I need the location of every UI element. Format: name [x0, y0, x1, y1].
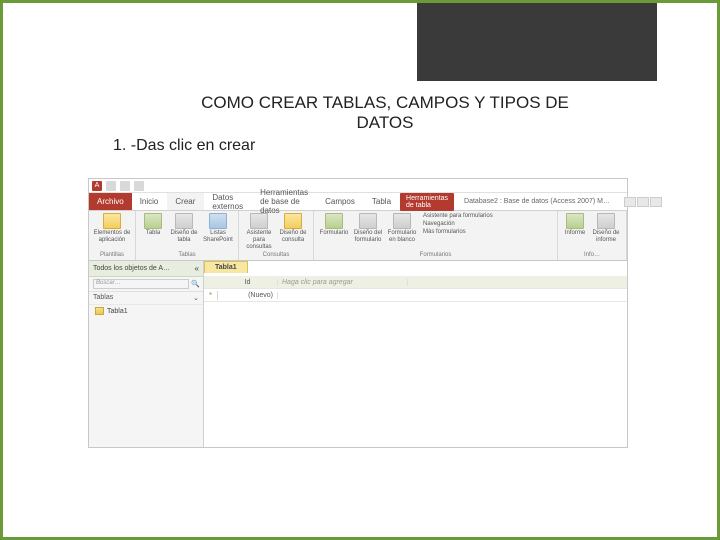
redo-icon[interactable]	[134, 181, 144, 191]
app-icon[interactable]: A	[92, 181, 102, 191]
group-label-informes: Info…	[562, 251, 622, 258]
nav-pane-header[interactable]: Todos los objetos de A… «	[89, 261, 203, 277]
btn-diseno-formulario[interactable]: Diseño del formulario	[352, 213, 384, 244]
slide-step-text: 1. -Das clic en crear	[113, 137, 657, 155]
nav-search-input[interactable]: Buscar…	[93, 279, 189, 289]
slide-title-line1: COMO CREAR TABLAS, CAMPOS Y TIPOS DE	[113, 93, 657, 113]
access-app-window: A Archivo Inicio Crear Datos externos He…	[88, 178, 628, 448]
nav-item-tabla1[interactable]: Tabla1	[89, 305, 203, 317]
collapse-icon: ⌄	[193, 294, 199, 302]
btn-asistente-consultas[interactable]: Asistente para consultas	[243, 213, 275, 251]
btn-tabla[interactable]: Tabla	[140, 213, 166, 237]
ribbon: Elementos de aplicación Plantillas Tabla…	[89, 211, 627, 261]
sharepoint-icon	[209, 213, 227, 229]
nav-pane-title: Todos los objetos de A…	[93, 265, 170, 272]
btn-formulario[interactable]: Formulario	[318, 213, 350, 237]
tab-tabla[interactable]: Tabla	[364, 193, 400, 210]
query-wizard-icon	[250, 213, 268, 229]
slide-accent-box	[417, 3, 657, 81]
window-title: Database2 : Base de datos (Access 2007) …	[458, 198, 616, 205]
tab-crear[interactable]: Crear	[167, 193, 204, 210]
object-tab-tabla1[interactable]: Tabla1	[204, 261, 248, 273]
table-row[interactable]: * (Nuevo)	[204, 289, 627, 302]
navigation-pane: Todos los objetos de A… « Buscar… 🔍 Tabl…	[89, 261, 204, 447]
new-row-indicator-icon: *	[204, 291, 218, 300]
template-icon	[103, 213, 121, 229]
tab-campos[interactable]: Campos	[317, 193, 364, 210]
context-tab-badge: Herramientas de tabla	[400, 193, 454, 211]
nav-item-label: Tabla1	[107, 308, 128, 315]
btn-mas-formularios[interactable]: Más formularios	[423, 229, 493, 236]
blank-form-icon	[393, 213, 411, 229]
group-label-tablas: Tablas	[140, 251, 234, 258]
btn-diseno-informe[interactable]: Diseño de informe	[590, 213, 622, 244]
tab-inicio[interactable]: Inicio	[132, 193, 168, 210]
btn-asistente-formularios[interactable]: Asistente para formularios	[423, 213, 493, 220]
ribbon-group-consultas: Asistente para consultas Diseño de consu…	[239, 211, 314, 260]
column-header-id[interactable]: Id	[218, 279, 278, 286]
group-label-plantillas: Plantillas	[93, 251, 131, 258]
report-icon	[566, 213, 584, 229]
form-icon	[325, 213, 343, 229]
save-icon[interactable]	[106, 181, 116, 191]
ribbon-group-tablas: Tabla Diseño de tabla Listas SharePoint …	[136, 211, 239, 260]
nav-section-tablas[interactable]: Tablas ⌄	[89, 292, 203, 305]
ribbon-group-formularios: Formulario Diseño del formulario Formula…	[314, 211, 558, 260]
table-icon	[144, 213, 162, 229]
minimize-button[interactable]	[624, 197, 636, 207]
maximize-button[interactable]	[637, 197, 649, 207]
report-design-icon	[597, 213, 615, 229]
ribbon-group-informes: Informe Diseño de informe Info…	[558, 211, 627, 260]
column-header-add[interactable]: Haga clic para agregar	[278, 279, 408, 286]
tab-datos-externos[interactable]: Datos externos	[204, 193, 252, 210]
btn-formulario-blanco[interactable]: Formulario en blanco	[386, 213, 418, 244]
btn-diseno-consulta[interactable]: Diseño de consulta	[277, 213, 309, 244]
close-button[interactable]	[650, 197, 662, 207]
undo-icon[interactable]	[120, 181, 130, 191]
form-design-icon	[359, 213, 377, 229]
cell-id-new[interactable]: (Nuevo)	[218, 292, 278, 299]
quick-access-toolbar: A	[89, 179, 627, 193]
table-design-icon	[175, 213, 193, 229]
ribbon-tabs-row: Archivo Inicio Crear Datos externos Herr…	[89, 193, 627, 211]
btn-elementos-aplicacion[interactable]: Elementos de aplicación	[93, 213, 131, 244]
datasheet-area: Tabla1 Id Haga clic para agregar * (Nuev…	[204, 261, 627, 447]
chevron-left-icon[interactable]: «	[195, 264, 199, 273]
table-object-icon	[95, 307, 104, 315]
group-label-formularios: Formularios	[318, 251, 553, 258]
search-icon[interactable]: 🔍	[191, 280, 199, 288]
slide-title-line2: DATOS	[113, 113, 657, 133]
btn-navegacion[interactable]: Navegación	[423, 221, 493, 228]
btn-informe[interactable]: Informe	[562, 213, 588, 237]
column-headers-row: Id Haga clic para agregar	[204, 276, 627, 289]
btn-listas-sharepoint[interactable]: Listas SharePoint	[202, 213, 234, 244]
query-design-icon	[284, 213, 302, 229]
tab-herramientas-bd[interactable]: Herramientas de base de datos	[252, 193, 317, 210]
file-tab[interactable]: Archivo	[89, 193, 132, 210]
ribbon-group-plantillas: Elementos de aplicación Plantillas	[89, 211, 136, 260]
btn-diseno-tabla[interactable]: Diseño de tabla	[168, 213, 200, 244]
group-label-consultas: Consultas	[243, 251, 309, 258]
